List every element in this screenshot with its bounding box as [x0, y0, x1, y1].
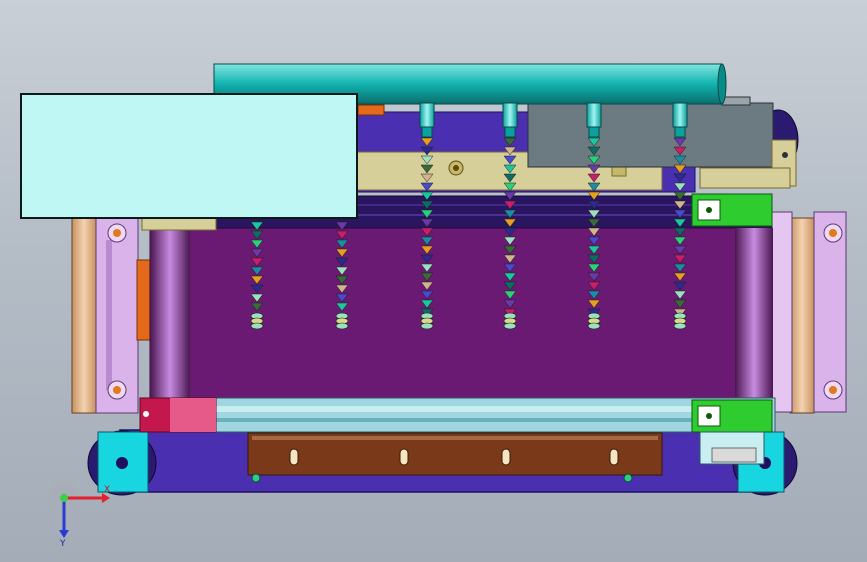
triad-x-label: X — [104, 485, 110, 495]
coordinate-triad-icon: X Y — [48, 482, 110, 548]
nozzle — [672, 102, 688, 128]
bead-ring — [335, 322, 349, 330]
bottom-rail — [139, 397, 776, 433]
right-side-frame — [771, 211, 847, 414]
cad-assembly-view[interactable] — [0, 0, 867, 562]
triad-y-label: Y — [59, 539, 66, 548]
bead-ring — [250, 322, 264, 330]
conveyor-belt — [141, 195, 773, 401]
nozzle — [419, 102, 435, 128]
bead-ring — [503, 322, 517, 330]
bead-ring — [587, 322, 601, 330]
nozzle — [586, 102, 602, 128]
bottom-mount-plate — [247, 432, 663, 483]
cover-panel[interactable] — [20, 93, 358, 219]
bead-ring — [673, 322, 687, 330]
nozzle — [502, 102, 518, 128]
left-side-frame — [71, 214, 152, 414]
bead-ring — [420, 322, 434, 330]
